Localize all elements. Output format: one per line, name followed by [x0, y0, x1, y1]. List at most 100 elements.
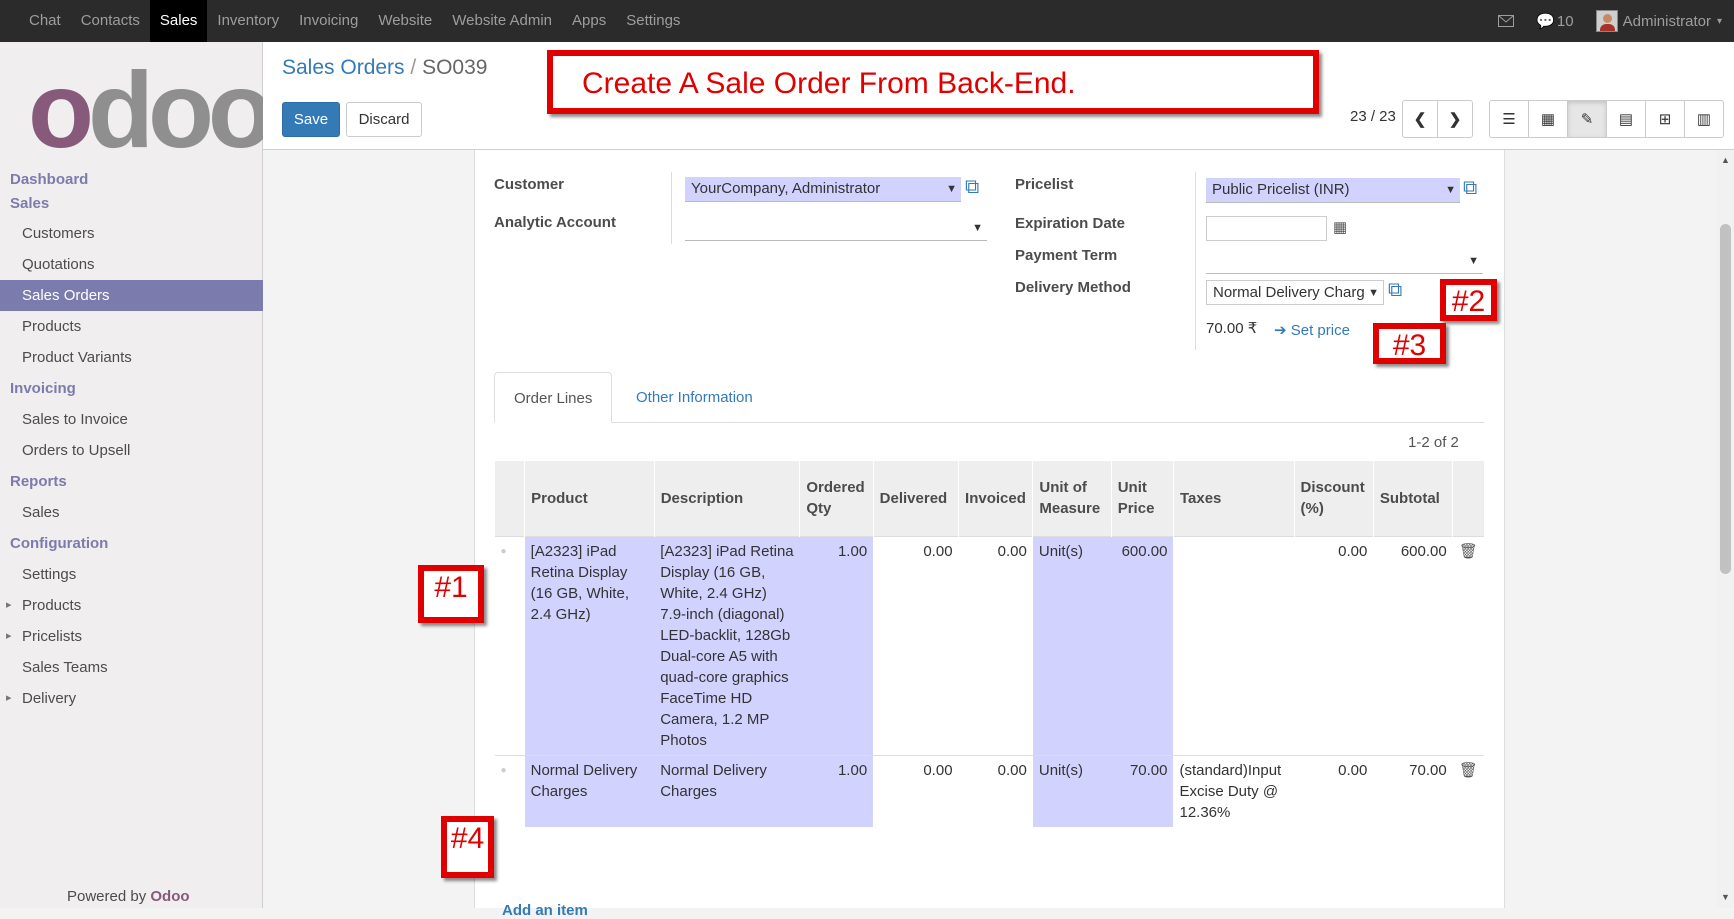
column-unit-of-measure[interactable]: Unit of Measure: [1032, 461, 1112, 536]
scrollbar[interactable]: ▲ ▼: [1717, 150, 1734, 908]
column-subtotal[interactable]: Subtotal: [1372, 461, 1453, 536]
cell-ordered-qty[interactable]: 1.00: [799, 754, 874, 827]
view-form-button[interactable]: ✎: [1567, 100, 1607, 138]
column-product[interactable]: Product: [524, 461, 655, 536]
cell-uom[interactable]: Unit(s): [1032, 754, 1112, 827]
table-row[interactable]: ● [A2323] iPad Retina Display (16 GB, Wh…: [494, 535, 1484, 755]
pager-value[interactable]: 23 / 23: [1350, 108, 1396, 125]
cell-unit-price[interactable]: 600.00: [1111, 535, 1174, 755]
external-link-icon[interactable]: ⧉: [965, 176, 979, 199]
messages-button[interactable]: 💬 10: [1536, 12, 1573, 31]
annotation-title-box: Create A Sale Order From Back-End.: [547, 50, 1319, 114]
scroll-up-icon[interactable]: ▲: [1721, 155, 1730, 165]
cell-taxes[interactable]: [1173, 535, 1295, 755]
column-ordered-qty[interactable]: Ordered Qty: [799, 461, 874, 536]
menu-website[interactable]: Website: [368, 0, 442, 42]
set-price-button[interactable]: ➔ Set price: [1274, 321, 1350, 339]
sidebar-item-config-products[interactable]: Products: [0, 590, 263, 621]
cell-product[interactable]: [A2323] iPad Retina Display (16 GB, Whit…: [524, 535, 655, 755]
sidebar-item-quotations[interactable]: Quotations: [0, 249, 263, 280]
customer-label: Customer: [494, 176, 565, 193]
sidebar-item-customers[interactable]: Customers: [0, 218, 263, 249]
add-item-link[interactable]: Add an item: [502, 902, 588, 919]
menu-chat[interactable]: Chat: [19, 0, 71, 42]
trash-icon[interactable]: 🗑: [1452, 754, 1484, 827]
sidebar-item-dashboard[interactable]: Dashboard: [0, 168, 263, 192]
pager-next-button[interactable]: ❯: [1437, 100, 1473, 138]
delivery-method-field[interactable]: Normal Delivery Charg ▼: [1206, 280, 1384, 305]
pricelist-field[interactable]: Public Pricelist (INR) ▼: [1206, 178, 1460, 203]
save-button[interactable]: Save: [282, 102, 340, 137]
chevron-left-icon: ❮: [1413, 111, 1427, 128]
envelope-icon[interactable]: [1498, 15, 1515, 27]
menu-contacts[interactable]: Contacts: [71, 0, 150, 42]
menu-settings[interactable]: Settings: [616, 0, 690, 42]
external-link-icon[interactable]: ⧉: [1463, 177, 1477, 200]
menu-sales[interactable]: Sales: [149, 0, 208, 42]
payment-term-field[interactable]: ▼: [1206, 249, 1483, 274]
analytic-account-field[interactable]: ▼: [685, 216, 987, 241]
sidebar-item-products[interactable]: Products: [0, 311, 263, 342]
expiration-date-field[interactable]: [1206, 216, 1327, 241]
discard-button[interactable]: Discard: [346, 102, 422, 137]
tab-order-lines[interactable]: Order Lines: [494, 372, 613, 423]
column-invoiced[interactable]: Invoiced: [958, 461, 1033, 536]
column-discount[interactable]: Discount (%): [1293, 461, 1374, 536]
chevron-right-icon: ❯: [1448, 111, 1462, 128]
cell-ordered-qty[interactable]: 1.00: [799, 535, 874, 755]
sidebar-item-reports-sales[interactable]: Sales: [0, 497, 263, 528]
external-link-icon[interactable]: ⧉: [1388, 279, 1402, 302]
calendar-icon[interactable]: ▦: [1333, 218, 1347, 236]
caret-down-icon: ▾: [1716, 15, 1722, 27]
view-kanban-button[interactable]: ▦: [1528, 100, 1568, 138]
sidebar-item-pricelists[interactable]: Pricelists: [0, 621, 263, 652]
column-description[interactable]: Description: [653, 461, 800, 536]
cell-product[interactable]: Normal Delivery Charges: [524, 754, 655, 827]
lines-pager: 1-2 of 2: [1408, 434, 1459, 451]
menu-invoicing[interactable]: Invoicing: [289, 0, 368, 42]
menu-inventory[interactable]: Inventory: [207, 0, 289, 42]
menu-apps[interactable]: Apps: [562, 0, 616, 42]
sidebar-item-product-variants[interactable]: Product Variants: [0, 342, 263, 373]
cell-description[interactable]: [A2323] iPad Retina Display (16 GB, Whit…: [654, 535, 800, 755]
cell-description[interactable]: Normal Delivery Charges: [654, 754, 800, 827]
description-line: Dual-core A5 with quad-core graphics: [660, 647, 789, 686]
odoo-logo[interactable]: odoo: [28, 56, 274, 164]
view-pivot-button[interactable]: ⊞: [1645, 100, 1685, 138]
cell-uom[interactable]: Unit(s): [1032, 535, 1112, 755]
row-handle-icon[interactable]: ●: [494, 754, 525, 827]
sidebar-item-sales-teams[interactable]: Sales Teams: [0, 652, 263, 683]
column-unit-price[interactable]: Unit Price: [1110, 461, 1174, 536]
pager-previous-button[interactable]: ❮: [1402, 100, 1438, 138]
sidebar-item-delivery[interactable]: Delivery: [0, 683, 263, 714]
powered-by-link[interactable]: Odoo: [150, 888, 189, 905]
sidebar-item-orders-to-upsell[interactable]: Orders to Upsell: [0, 435, 263, 466]
column-taxes[interactable]: Taxes: [1172, 461, 1295, 536]
trash-icon[interactable]: 🗑: [1452, 535, 1484, 755]
scrollbar-thumb[interactable]: [1720, 224, 1731, 574]
cell-discount[interactable]: 0.00: [1294, 754, 1374, 827]
sidebar-item-sales-orders[interactable]: Sales Orders: [0, 280, 263, 311]
view-list-button[interactable]: ☰: [1489, 100, 1529, 138]
annotation-tag-text: #1: [434, 571, 468, 604]
row-handle-icon[interactable]: ●: [494, 535, 525, 755]
scroll-down-icon[interactable]: ▼: [1721, 892, 1730, 902]
menu-website-admin[interactable]: Website Admin: [442, 0, 562, 42]
sidebar-item-settings[interactable]: Settings: [0, 559, 263, 590]
column-delete: [1452, 461, 1484, 536]
cell-taxes[interactable]: (standard)Input Excise Duty @ 12.36%: [1173, 754, 1295, 827]
avatar: [1595, 10, 1618, 32]
cell-unit-price[interactable]: 70.00: [1111, 754, 1174, 827]
user-menu[interactable]: Administrator ▾: [1595, 10, 1722, 32]
cell-invoiced: 0.00: [958, 754, 1033, 827]
view-calendar-button[interactable]: ▤: [1606, 100, 1646, 138]
table-row[interactable]: ● Normal Delivery Charges Normal Deliver…: [494, 754, 1484, 827]
sidebar-item-sales-to-invoice[interactable]: Sales to Invoice: [0, 404, 263, 435]
view-graph-button[interactable]: ▥: [1684, 100, 1724, 138]
cell-discount[interactable]: 0.00: [1294, 535, 1374, 755]
customer-field[interactable]: YourCompany, Administrator ▼: [685, 177, 961, 202]
column-delivered[interactable]: Delivered: [872, 461, 959, 536]
breadcrumb-sales-orders[interactable]: Sales Orders: [282, 56, 405, 79]
breadcrumb-current: SO039: [422, 56, 488, 79]
tab-other-information[interactable]: Other Information: [617, 372, 772, 423]
